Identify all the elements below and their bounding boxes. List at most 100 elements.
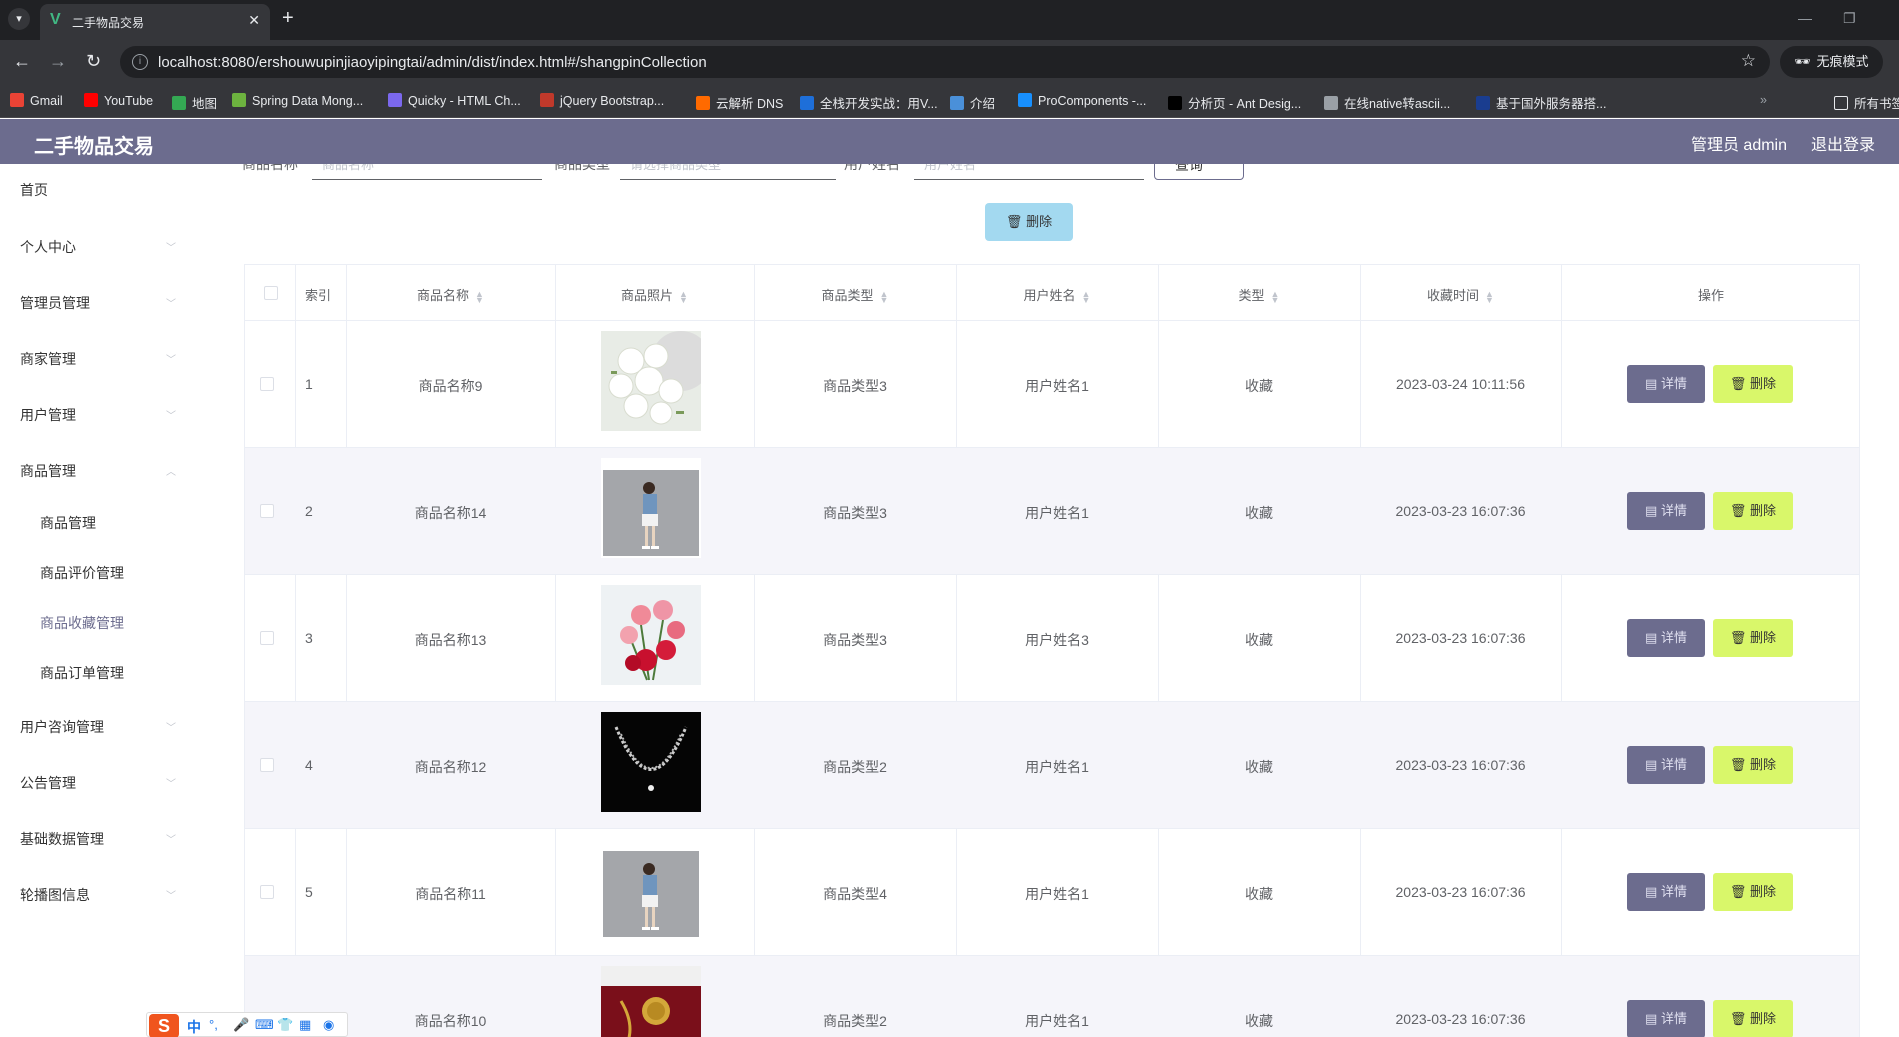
bookmark-item[interactable]: 地图 <box>172 93 217 112</box>
sidebar-subitem[interactable]: 商品管理 <box>40 513 96 533</box>
forward-icon[interactable]: → <box>49 50 67 72</box>
search-name-input[interactable]: 商品名称 <box>312 164 542 180</box>
restore-icon[interactable]: ❐ <box>1843 10 1856 27</box>
select-all-checkbox[interactable] <box>264 286 278 300</box>
all-bookmarks[interactable]: 所有书签 <box>1834 93 1899 112</box>
bookmark-item[interactable]: Gmail <box>10 93 63 108</box>
sidebar-item[interactable]: 首页 <box>20 180 48 200</box>
sort-caret-icon[interactable]: ▲ ▼ <box>880 289 889 304</box>
sidebar-subitem[interactable]: 商品订单管理 <box>40 663 124 683</box>
sort-caret-icon[interactable]: ▲ ▼ <box>1485 289 1494 304</box>
sidebar-subitem[interactable]: 商品收藏管理 <box>40 613 124 633</box>
document-icon: ▤ <box>1645 630 1661 645</box>
bookmark-item[interactable]: Spring Data Mong... <box>232 93 363 108</box>
address-bar[interactable]: i localhost:8080/ershouwupinjiaoyipingta… <box>120 46 1770 78</box>
logout-link[interactable]: 退出登录 <box>1811 131 1875 155</box>
sidebar-item[interactable]: 用户咨询管理 <box>20 717 104 737</box>
column-header[interactable]: 商品照片 ▲ ▼ <box>555 285 754 304</box>
minimize-icon[interactable]: — <box>1798 10 1812 26</box>
delete-button[interactable]: 🗑 删除 <box>1713 619 1793 657</box>
bookmarks-overflow-icon[interactable]: » <box>1760 93 1767 107</box>
back-icon[interactable]: ← <box>13 50 31 72</box>
detail-button[interactable]: ▤ 详情 <box>1627 365 1705 403</box>
chevron-down-icon[interactable]: ﹀ <box>166 351 176 366</box>
spring-icon <box>232 93 246 107</box>
sidebar-item[interactable]: 管理员管理 <box>20 293 90 313</box>
tab-close-icon[interactable]: ✕ <box>248 12 260 29</box>
detail-button[interactable]: ▤ 详情 <box>1627 746 1705 784</box>
sidebar-item[interactable]: 个人中心 <box>20 237 76 257</box>
sort-caret-icon[interactable]: ▲ ▼ <box>1082 289 1091 304</box>
detail-button[interactable]: ▤ 详情 <box>1627 619 1705 657</box>
column-header[interactable]: 用户姓名 ▲ ▼ <box>956 285 1158 304</box>
sidebar-item[interactable]: 轮播图信息 <box>20 885 90 905</box>
reload-icon[interactable]: ↻ <box>86 50 101 72</box>
bookmark-item[interactable]: 在线native转ascii... <box>1324 93 1450 112</box>
microphone-icon[interactable]: 🎤 <box>233 1017 249 1033</box>
delete-button[interactable]: 🗑 删除 <box>1713 1000 1793 1037</box>
delete-button[interactable]: 🗑 删除 <box>1713 365 1793 403</box>
incognito-badge[interactable]: 🕶 无痕模式 <box>1780 46 1883 78</box>
address-url[interactable]: localhost:8080/ershouwupinjiaoyipingtai/… <box>158 54 707 71</box>
detail-button[interactable]: ▤ 详情 <box>1627 492 1705 530</box>
detail-button[interactable]: ▤ 详情 <box>1627 873 1705 911</box>
tab-list-chevron-icon[interactable]: ▾ <box>8 8 30 30</box>
chevron-down-icon[interactable]: ﹀ <box>166 719 176 734</box>
bookmark-item[interactable]: ProComponents -... <box>1018 93 1146 108</box>
sort-caret-icon[interactable]: ▲ ▼ <box>679 289 688 304</box>
row-checkbox[interactable] <box>260 631 274 645</box>
chevron-up-icon[interactable]: ︿ <box>166 463 176 478</box>
chevron-down-icon[interactable]: ﹀ <box>166 295 176 310</box>
punctuation-icon[interactable]: °, <box>209 1017 218 1032</box>
batch-delete-button[interactable]: 🗑 删除 <box>985 203 1073 241</box>
column-header[interactable]: 收藏时间 ▲ ▼ <box>1360 285 1561 304</box>
browser-tab[interactable]: V 二手物品交易 ✕ <box>40 4 270 40</box>
query-button[interactable]: 查询 <box>1154 164 1244 180</box>
sidebar-item[interactable]: 商品管理 <box>20 461 76 481</box>
column-header[interactable]: 商品名称 ▲ ▼ <box>346 285 555 304</box>
sort-caret-icon[interactable]: ▲ ▼ <box>1271 289 1280 304</box>
sidebar-item[interactable]: 用户管理 <box>20 405 76 425</box>
trash-icon: 🗑 <box>1729 757 1751 772</box>
row-checkbox[interactable] <box>260 885 274 899</box>
delete-button[interactable]: 🗑 删除 <box>1713 873 1793 911</box>
row-checkbox[interactable] <box>260 504 274 518</box>
sidebar-item[interactable]: 基础数据管理 <box>20 829 104 849</box>
assistant-icon[interactable]: ◉ <box>323 1017 334 1033</box>
sort-caret-icon[interactable]: ▲ ▼ <box>475 289 484 304</box>
ime-language[interactable]: 中 <box>187 1017 201 1037</box>
column-header[interactable]: 商品类型 ▲ ▼ <box>754 285 956 304</box>
bookmark-item[interactable]: 云解析 DNS <box>696 93 783 112</box>
chevron-down-icon[interactable]: ﹀ <box>166 407 176 422</box>
new-tab-icon[interactable]: + <box>282 8 294 28</box>
chevron-down-icon[interactable]: ﹀ <box>166 775 176 790</box>
bookmark-item[interactable]: 全栈开发实战：用V... <box>800 93 938 112</box>
delete-button[interactable]: 🗑 删除 <box>1713 746 1793 784</box>
bookmark-item[interactable]: YouTube <box>84 93 153 108</box>
sidebar-item[interactable]: 公告管理 <box>20 773 76 793</box>
row-checkbox[interactable] <box>260 758 274 772</box>
bookmark-item[interactable]: jQuery Bootstrap... <box>540 93 664 108</box>
bookmark-item[interactable]: 基于国外服务器搭... <box>1476 93 1606 112</box>
sidebar-item[interactable]: 商家管理 <box>20 349 76 369</box>
chevron-down-icon[interactable]: ﹀ <box>166 239 176 254</box>
search-user-input[interactable]: 用户姓名 <box>914 164 1144 180</box>
skin-icon[interactable]: 👕 <box>277 1017 293 1033</box>
bookmark-item[interactable]: 介绍 <box>950 93 995 112</box>
delete-button[interactable]: 🗑 删除 <box>1713 492 1793 530</box>
chevron-down-icon[interactable]: ﹀ <box>166 887 176 902</box>
column-header[interactable]: 类型 ▲ ▼ <box>1158 285 1360 304</box>
toolbox-icon[interactable]: ▦ <box>299 1017 311 1033</box>
site-info-icon[interactable]: i <box>132 54 148 70</box>
row-checkbox[interactable] <box>260 377 274 391</box>
cell-user: 用户姓名1 <box>1025 759 1089 775</box>
bookmark-star-icon[interactable]: ☆ <box>1741 51 1756 71</box>
chevron-down-icon[interactable]: ﹀ <box>166 831 176 846</box>
sidebar-subitem[interactable]: 商品评价管理 <box>40 563 124 583</box>
detail-button[interactable]: ▤ 详情 <box>1627 1000 1705 1037</box>
bookmark-item[interactable]: Quicky - HTML Ch... <box>388 93 521 108</box>
search-type-select[interactable]: 请选择商品类型 <box>620 164 836 180</box>
bookmark-item[interactable]: 分析页 - Ant Desig... <box>1168 93 1301 112</box>
detail-button-label: 详情 <box>1660 630 1687 645</box>
keyboard-icon[interactable]: ⌨ <box>255 1017 274 1033</box>
